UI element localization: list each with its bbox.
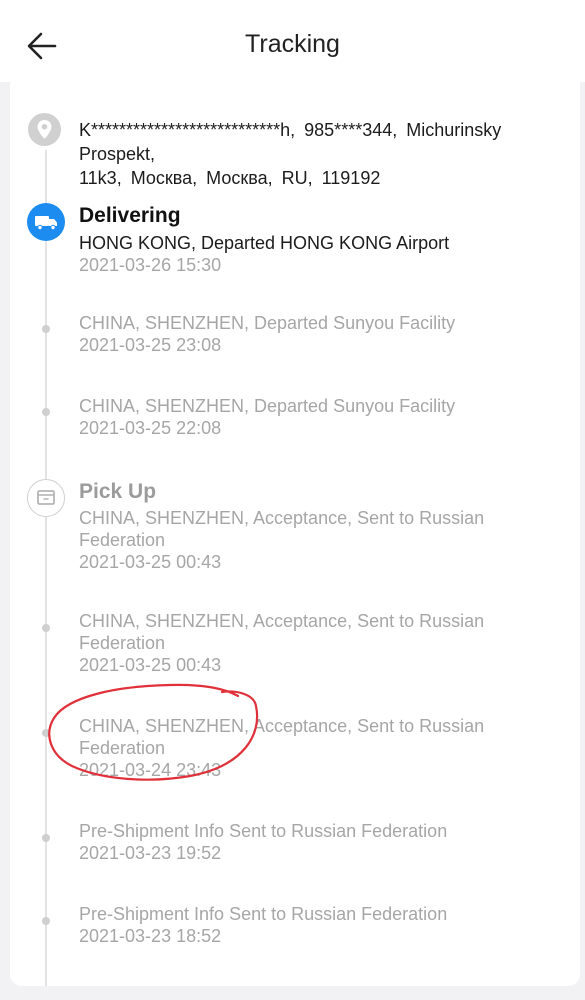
event-status: Pick Up xyxy=(79,480,157,503)
event-description: Pre-Shipment Info Sent to Russian Federa… xyxy=(79,821,448,841)
timeline-dot xyxy=(42,834,50,842)
delivering-marker xyxy=(27,203,65,241)
event-description: CHINA, SHENZHEN, Acceptance, Sent to Rus… xyxy=(79,508,485,550)
location-pin-marker xyxy=(28,113,61,146)
timeline-dot xyxy=(42,729,50,737)
timeline-event: Delivering HONG KONG, Departed HONG KONG… xyxy=(79,203,565,276)
timeline-event: CHINA, SHENZHEN, Acceptance, Sent to Rus… xyxy=(79,715,565,781)
event-description: HONG KONG, Departed HONG KONG Airport xyxy=(79,233,450,253)
timeline-event: Pre-Shipment Info Sent to Russian Federa… xyxy=(79,903,565,947)
event-description: CHINA, SHENZHEN, Acceptance, Sent to Rus… xyxy=(79,611,485,653)
page-title: Tracking xyxy=(245,30,340,58)
timeline-event: CHINA, SHENZHEN, Departed Sunyou Facilit… xyxy=(79,312,565,356)
event-description: CHINA, SHENZHEN, Acceptance, Sent to Rus… xyxy=(79,716,485,758)
event-time: 2021-03-25 22:08 xyxy=(79,418,222,438)
timeline-event: Pre-Shipment Info Sent to Russian Federa… xyxy=(79,820,565,864)
event-status: Delivering xyxy=(79,204,181,227)
event-time: 2021-03-24 23:43 xyxy=(79,760,222,780)
shipping-address: K***************************h, 985****34… xyxy=(79,118,565,190)
event-time: 2021-03-23 19:52 xyxy=(79,843,222,863)
address-line-2: 11k3, Москва, Москва, RU, 119192 xyxy=(79,168,381,188)
timeline-line xyxy=(45,150,47,986)
timeline-dot xyxy=(42,325,50,333)
event-time: 2021-03-23 18:52 xyxy=(79,926,222,946)
timeline-dot xyxy=(42,624,50,632)
package-icon xyxy=(37,490,55,505)
event-description: Pre-Shipment Info Sent to Russian Federa… xyxy=(79,904,448,924)
timeline-event: CHINA, SHENZHEN, Acceptance, Sent to Rus… xyxy=(79,610,565,676)
address-line-1: K***************************h, 985****34… xyxy=(79,120,502,164)
timeline-event: Pick Up CHINA, SHENZHEN, Acceptance, Sen… xyxy=(79,479,565,573)
event-time: 2021-03-25 00:43 xyxy=(79,655,222,675)
event-time: 2021-03-25 23:08 xyxy=(79,335,222,355)
app-header: Tracking xyxy=(0,0,585,82)
location-pin-icon xyxy=(37,120,52,139)
truck-icon xyxy=(35,216,57,231)
timeline-dot xyxy=(42,408,50,416)
event-description: CHINA, SHENZHEN, Departed Sunyou Facilit… xyxy=(79,313,456,333)
pickup-marker xyxy=(27,479,65,517)
event-time: 2021-03-26 15:30 xyxy=(79,255,222,275)
timeline-event: CHINA, SHENZHEN, Departed Sunyou Facilit… xyxy=(79,395,565,439)
event-description: CHINA, SHENZHEN, Departed Sunyou Facilit… xyxy=(79,396,456,416)
event-time: 2021-03-25 00:43 xyxy=(79,552,222,572)
timeline-dot xyxy=(42,917,50,925)
